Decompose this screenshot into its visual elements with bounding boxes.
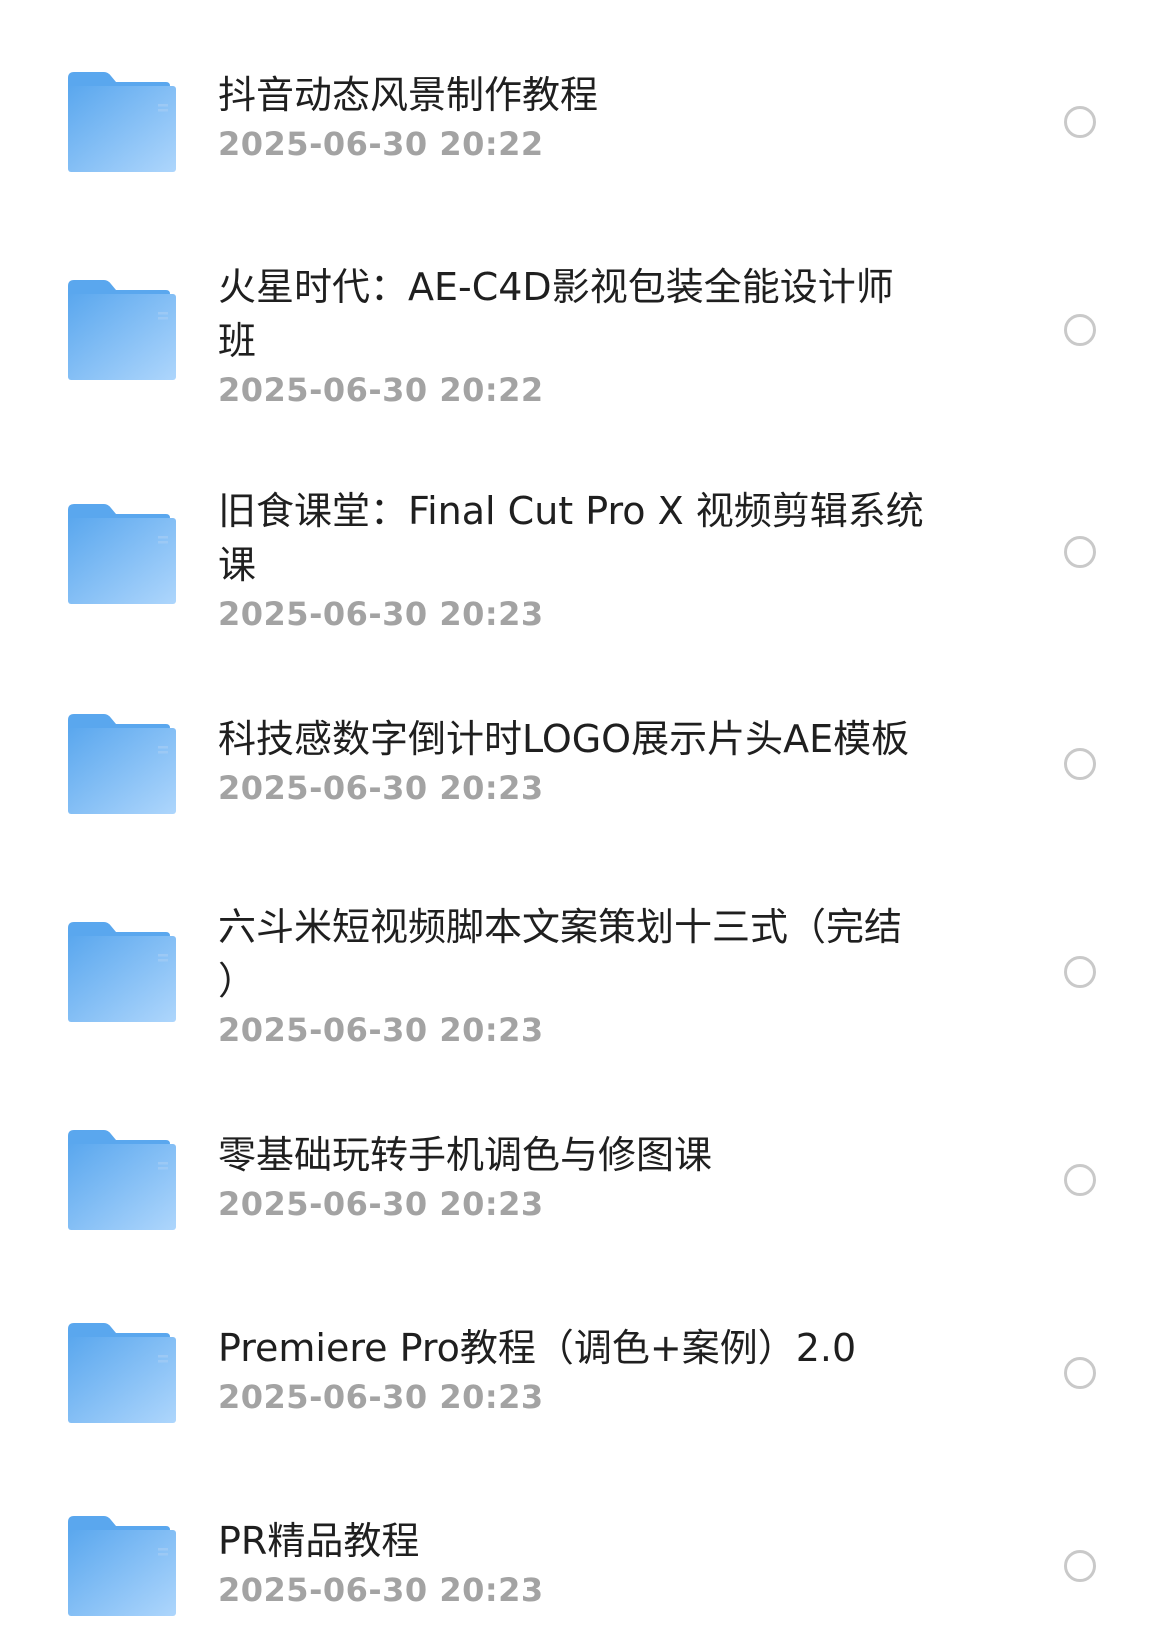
folder-icon [66, 280, 176, 380]
list-item[interactable]: Premiere Pro教程（调色+案例）2.0 2025-06-30 20:2… [0, 1321, 1170, 1461]
file-name: 火星时代：AE-C4D影视包装全能设计师 班 [218, 265, 894, 363]
list-item[interactable]: 六斗米短视频脚本文案策划十三式（完结 ） 2025-06-30 20:23 [0, 900, 1170, 1060]
file-info: PR精品教程 2025-06-30 20:23 [218, 1514, 958, 1610]
file-info: 火星时代：AE-C4D影视包装全能设计师 班 2025-06-30 20:22 [218, 260, 958, 410]
file-name: 零基础玩转手机调色与修图课 [218, 1133, 713, 1177]
file-name: 六斗米短视频脚本文案策划十三式（完结 ） [218, 905, 903, 1003]
file-name: PR精品教程 [218, 1519, 420, 1563]
folder-icon [66, 1323, 176, 1423]
folder-icon [66, 1516, 176, 1616]
file-time: 2025-06-30 20:23 [218, 1011, 544, 1049]
list-item[interactable]: 旧食课堂：Final Cut Pro X 视频剪辑系统 课 2025-06-30… [0, 484, 1170, 644]
select-radio-icon[interactable] [1064, 1357, 1096, 1389]
select-radio-icon[interactable] [1064, 536, 1096, 568]
list-item[interactable]: 火星时代：AE-C4D影视包装全能设计师 班 2025-06-30 20:22 [0, 260, 1170, 420]
list-item[interactable]: PR精品教程 2025-06-30 20:23 [0, 1514, 1170, 1645]
file-time: 2025-06-30 20:23 [218, 1185, 544, 1223]
file-info: 抖音动态风景制作教程 2025-06-30 20:22 [218, 68, 958, 164]
file-name: Premiere Pro教程（调色+案例）2.0 [218, 1326, 857, 1370]
select-radio-icon[interactable] [1064, 314, 1096, 346]
file-list: 抖音动态风景制作教程 2025-06-30 20:22 火星时代：AE-C4D影… [0, 0, 1170, 1645]
file-time: 2025-06-30 20:23 [218, 1378, 544, 1416]
file-time: 2025-06-30 20:22 [218, 371, 544, 409]
file-info: Premiere Pro教程（调色+案例）2.0 2025-06-30 20:2… [218, 1321, 958, 1417]
select-radio-icon[interactable] [1064, 1550, 1096, 1582]
file-name: 旧食课堂：Final Cut Pro X 视频剪辑系统 课 [218, 489, 924, 587]
folder-icon [66, 1130, 176, 1230]
select-radio-icon[interactable] [1064, 748, 1096, 780]
file-info: 科技感数字倒计时LOGO展示片头AE模板 2025-06-30 20:23 [218, 712, 958, 808]
folder-icon [66, 714, 176, 814]
file-time: 2025-06-30 20:23 [218, 1571, 544, 1609]
file-name: 科技感数字倒计时LOGO展示片头AE模板 [218, 717, 910, 761]
file-time: 2025-06-30 20:23 [218, 769, 544, 807]
folder-icon [66, 72, 176, 172]
select-radio-icon[interactable] [1064, 956, 1096, 988]
list-item[interactable]: 抖音动态风景制作教程 2025-06-30 20:22 [0, 60, 1170, 200]
file-time: 2025-06-30 20:23 [218, 595, 544, 633]
file-name: 抖音动态风景制作教程 [218, 73, 599, 117]
folder-icon [66, 922, 176, 1022]
select-radio-icon[interactable] [1064, 1164, 1096, 1196]
file-time: 2025-06-30 20:22 [218, 125, 544, 163]
select-radio-icon[interactable] [1064, 106, 1096, 138]
list-item[interactable]: 科技感数字倒计时LOGO展示片头AE模板 2025-06-30 20:23 [0, 712, 1170, 852]
file-info: 六斗米短视频脚本文案策划十三式（完结 ） 2025-06-30 20:23 [218, 900, 958, 1050]
list-item[interactable]: 零基础玩转手机调色与修图课 2025-06-30 20:23 [0, 1128, 1170, 1268]
folder-icon [66, 504, 176, 604]
file-info: 零基础玩转手机调色与修图课 2025-06-30 20:23 [218, 1128, 958, 1224]
file-info: 旧食课堂：Final Cut Pro X 视频剪辑系统 课 2025-06-30… [218, 484, 958, 634]
